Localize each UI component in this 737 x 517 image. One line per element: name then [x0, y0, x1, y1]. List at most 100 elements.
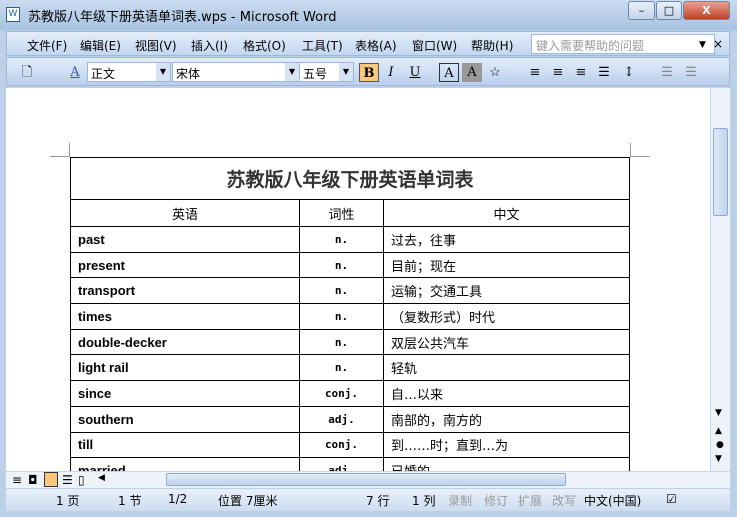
maximize-button[interactable]: □ [656, 1, 682, 20]
web-view-icon[interactable]: ◘ [28, 473, 38, 487]
help-search-input[interactable]: 键入需要帮助的问题 [531, 34, 715, 54]
formatting-toolbar: 🗋 A 正文 ▼ 宋体 ▼ 五号 ▼ B I U A A ☆ ≡ ≡ ≡ ☰ ↕ ☰ … [6, 57, 730, 86]
status-extend[interactable]: 扩展 [518, 492, 542, 509]
menu-view[interactable]: 视图(V) [135, 37, 177, 54]
scroll-thumb[interactable] [713, 128, 728, 216]
spelling-check-icon[interactable]: ☑ [666, 492, 677, 506]
horizontal-scroll-thumb[interactable] [166, 473, 566, 486]
minimize-button[interactable]: – [628, 1, 655, 20]
scroll-left-icon[interactable]: ◀ [98, 473, 105, 483]
table-row: past n. 过去，往事 [70, 226, 630, 253]
table-row: southern adj. 南部的，南方的 [70, 405, 630, 433]
table-row: marriedadj.已婚的 [70, 457, 630, 471]
menu-edit[interactable]: 编辑(E) [80, 37, 121, 54]
cell-english: since [70, 380, 300, 407]
close-doc-icon[interactable]: × [713, 37, 723, 51]
cell-pos: n. [299, 251, 384, 279]
page-corner-mark [630, 143, 650, 157]
menu-insert[interactable]: 插入(I) [191, 37, 228, 54]
status-section: 1 节 [118, 494, 142, 508]
chevron-down-icon: ▼ [339, 63, 353, 81]
menu-file[interactable]: 文件(F) [27, 37, 67, 54]
header-chinese: 中文 [383, 199, 630, 227]
char-scale-icon[interactable]: ☆ [485, 63, 505, 82]
status-track[interactable]: 修订 [484, 492, 508, 509]
cell-chinese: 过去，往事 [383, 226, 630, 253]
outline-view-icon[interactable]: ☰ [62, 473, 73, 487]
cell-english: till [70, 431, 300, 459]
cell-chinese: 双层公共汽车 [383, 328, 630, 356]
scroll-down-icon[interactable]: ▼ [715, 408, 722, 418]
underline-button[interactable]: U [405, 63, 425, 82]
menu-tools[interactable]: 工具(T) [302, 37, 343, 54]
status-page: 1 页 [56, 494, 80, 508]
cell-chinese: 已婚的 [383, 457, 630, 471]
normal-view-icon[interactable]: ≡ [12, 473, 22, 487]
char-shading-icon[interactable]: A [462, 63, 482, 82]
status-overtype[interactable]: 改写 [552, 492, 576, 509]
styles-icon[interactable]: A [65, 63, 85, 82]
align-center-icon[interactable]: ≡ [548, 63, 568, 82]
char-border-icon[interactable]: A [439, 63, 459, 82]
status-pages: 1/2 [168, 492, 188, 506]
help-dropdown-icon[interactable]: ▼ [699, 40, 706, 50]
cell-chinese: 目前；现在 [383, 251, 630, 279]
close-button[interactable]: X [683, 1, 730, 20]
chevron-down-icon: ▼ [156, 63, 170, 81]
bullets-icon[interactable]: ☰ [681, 63, 701, 82]
vertical-scrollbar[interactable]: ▼ ▲ ● ▼ [710, 88, 730, 471]
align-right-icon[interactable]: ≡ [571, 63, 591, 82]
reading-view-icon[interactable]: ▯ [78, 473, 85, 487]
line-spacing-icon[interactable]: ↕ [619, 63, 639, 82]
menu-table[interactable]: 表格(A) [355, 37, 397, 54]
table-row: present n. 目前；现在 [70, 251, 630, 279]
style-select[interactable]: 正文 ▼ [87, 62, 171, 82]
status-record[interactable]: 录制 [448, 492, 472, 509]
cell-pos: conj. [299, 380, 384, 407]
cell-english: light rail [70, 354, 300, 382]
font-size-value: 五号 [303, 67, 328, 81]
font-select[interactable]: 宋体 ▼ [172, 62, 300, 82]
cell-english: double-decker [70, 328, 300, 356]
header-english: 英语 [70, 199, 300, 227]
table-row: since conj. 自…以来 [70, 380, 630, 407]
italic-button[interactable]: I [381, 63, 401, 82]
cell-pos: adj. [299, 457, 384, 471]
cell-english: past [70, 226, 300, 253]
menu-window[interactable]: 窗口(W) [412, 37, 457, 54]
horizontal-scrollbar[interactable]: ≡ ◘ ☰ ▯ ◀ [6, 471, 730, 488]
cell-pos: adj. [299, 405, 384, 433]
cell-chinese: 南部的，南方的 [383, 405, 630, 433]
cell-english: married [70, 457, 300, 471]
cell-chinese: 运输；交通工具 [383, 277, 630, 305]
cell-pos: n. [299, 226, 384, 253]
document-area[interactable]: 苏教版八年级下册英语单词表 英语 词性 中文 past n. 过去，往事 presen… [6, 88, 710, 471]
cell-english: southern [70, 405, 300, 433]
table-row: double-decker n. 双层公共汽车 [70, 328, 630, 356]
prev-page-icon[interactable]: ▲ [715, 426, 722, 436]
font-size-select[interactable]: 五号 ▼ [299, 62, 354, 82]
menu-help[interactable]: 帮助(H) [471, 37, 513, 54]
bold-button[interactable]: B [359, 63, 379, 82]
print-view-icon[interactable] [44, 472, 58, 487]
menu-bar: 文件(F) 编辑(E) 视图(V) 插入(I) 格式(O) 工具(T) 表格(A… [6, 31, 730, 56]
menu-format[interactable]: 格式(O) [243, 37, 286, 54]
table-row: till conj. 到……时；直到…为 [70, 431, 630, 459]
distributed-icon[interactable]: ☰ [594, 63, 614, 82]
browse-object-icon[interactable]: ● [716, 440, 724, 450]
cell-pos: n. [299, 303, 384, 330]
next-page-icon[interactable]: ▼ [715, 454, 722, 464]
numbering-icon[interactable]: ☰ [657, 63, 677, 82]
cell-pos: conj. [299, 431, 384, 459]
align-justify-icon[interactable]: ≡ [525, 63, 545, 82]
page-corner-mark [50, 143, 70, 157]
cell-english: present [70, 251, 300, 279]
header-pos: 词性 [299, 199, 384, 227]
table-row: transport n. 运输；交通工具 [70, 277, 630, 305]
cell-english: transport [70, 277, 300, 305]
new-document-icon[interactable]: 🗋 [17, 63, 37, 82]
style-value: 正文 [91, 67, 116, 81]
word-app-icon: W [6, 7, 20, 22]
cell-chinese: （复数形式）时代 [383, 303, 630, 330]
cell-pos: n. [299, 354, 384, 382]
